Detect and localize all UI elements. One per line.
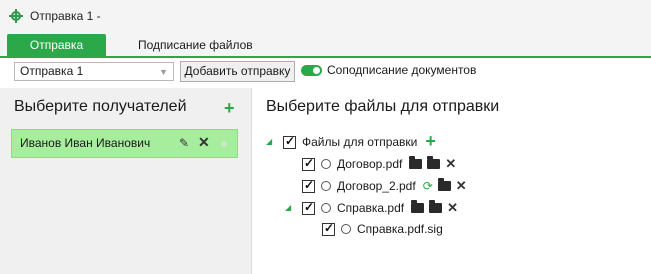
status-dot-icon xyxy=(221,141,227,147)
chevron-down-icon: ▼ xyxy=(159,67,168,77)
file-checkbox[interactable]: ✓ xyxy=(302,156,315,171)
expand-triangle-icon[interactable]: ◢ xyxy=(266,137,272,146)
refresh-icon[interactable]: ⟳ xyxy=(423,180,433,192)
files-header: Выберите файлы для отправки xyxy=(266,98,500,115)
file-checkbox[interactable]: ✓ xyxy=(302,178,315,193)
tree-file-row: ✓ Договор_2.pdf ⟳ ✕ xyxy=(302,177,467,195)
tree-child-row: ✓ Справка.pdf.sig xyxy=(322,220,443,238)
folder-icon[interactable] xyxy=(437,178,451,191)
sending-select-value: Отправка 1 xyxy=(20,64,84,78)
file-checkbox[interactable]: ✓ xyxy=(302,200,315,215)
close-icon[interactable]: ✕ xyxy=(456,179,467,192)
title-bar: Отправка 1 - xyxy=(0,0,651,32)
tree-file-row: ✓ Договор.pdf ✕ xyxy=(302,155,456,173)
crosshair-icon xyxy=(9,9,23,23)
cosign-toggle[interactable] xyxy=(301,65,322,76)
folder-icon[interactable] xyxy=(429,200,443,213)
recipient-name: Иванов Иван Иванович xyxy=(20,136,151,150)
add-file-icon[interactable]: + xyxy=(425,132,436,150)
add-sending-button[interactable]: Добавить отправку xyxy=(180,61,295,82)
recipients-pane: Выберите получателей + Иванов Иван Ивано… xyxy=(0,88,252,274)
root-label: Файлы для отправки xyxy=(302,135,418,149)
radio-icon[interactable] xyxy=(321,159,331,169)
recipient-item[interactable]: Иванов Иван Иванович ✎ ✕ xyxy=(11,129,238,158)
close-icon[interactable]: ✕ xyxy=(445,157,456,170)
expand-triangle-icon[interactable]: ◢ xyxy=(285,203,291,212)
radio-icon[interactable] xyxy=(321,203,331,213)
radio-icon[interactable] xyxy=(321,181,331,191)
file-name: Договор.pdf xyxy=(337,157,403,171)
tree-root: ✓ Файлы для отправки + xyxy=(283,132,436,151)
folder-sign-icon[interactable] xyxy=(411,200,425,213)
tab-bar: Отправка файлов Подписание файлов xyxy=(0,32,651,75)
file-name: Справка.pdf xyxy=(337,201,405,215)
tab-sign-files[interactable]: Подписание файлов xyxy=(129,34,262,57)
close-icon[interactable]: ✕ xyxy=(198,134,210,151)
child-file-name: Справка.pdf.sig xyxy=(357,222,443,236)
window-title: Отправка 1 - xyxy=(30,9,101,23)
folder-sign-icon[interactable] xyxy=(409,156,423,169)
sending-select[interactable]: Отправка 1 ▼ xyxy=(14,62,174,81)
root-checkbox[interactable]: ✓ xyxy=(283,134,296,149)
edit-icon[interactable]: ✎ xyxy=(179,136,189,150)
close-icon[interactable]: ✕ xyxy=(447,201,458,214)
recipients-header: Выберите получателей xyxy=(14,98,187,115)
tree-file-row: ✓ Справка.pdf ✕ xyxy=(302,199,458,217)
file-name: Договор_2.pdf xyxy=(337,179,416,193)
radio-icon[interactable] xyxy=(341,224,351,234)
folder-icon[interactable] xyxy=(427,156,441,169)
toolbar: Отправка 1 ▼ Добавить отправку Соподписа… xyxy=(0,58,651,86)
cosign-label: Соподписание документов xyxy=(327,63,477,77)
add-recipient-icon[interactable]: + xyxy=(224,99,235,117)
child-checkbox[interactable]: ✓ xyxy=(322,221,335,236)
tab-send-files[interactable]: Отправка файлов xyxy=(7,34,106,75)
toggle-knob xyxy=(313,67,320,74)
